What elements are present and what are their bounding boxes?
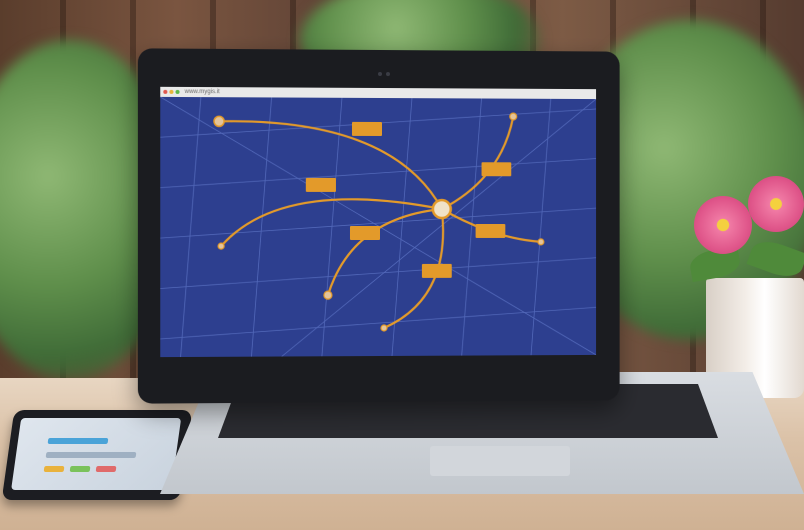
close-window-icon[interactable] (163, 90, 167, 94)
webcam-icon (386, 72, 390, 76)
webcam-icon (378, 72, 382, 76)
laptop-trackpad (430, 446, 570, 476)
map-node[interactable] (538, 239, 544, 245)
route-label-box[interactable] (350, 226, 380, 240)
photo-scene: www.mygis.it (0, 0, 804, 530)
route-label-box[interactable] (482, 162, 512, 176)
tablet-ui-bar (96, 466, 117, 472)
laptop-icon: www.mygis.it (138, 48, 620, 403)
route-label-box[interactable] (422, 264, 452, 278)
route-label-box[interactable] (476, 224, 506, 238)
tablet-screen (11, 418, 181, 490)
map-node[interactable] (510, 113, 517, 120)
map-node[interactable] (324, 291, 332, 299)
address-bar[interactable]: www.mygis.it (185, 88, 220, 96)
flower-icon (694, 196, 752, 254)
map-node[interactable] (214, 116, 224, 126)
laptop-screen: www.mygis.it (160, 87, 596, 357)
tablet-ui-bar (44, 466, 65, 472)
route-label-box[interactable] (352, 122, 382, 136)
tablet-ui-bar (46, 452, 137, 458)
flower-icon (748, 176, 804, 232)
tablet-ui-bar (48, 438, 109, 444)
maximize-window-icon[interactable] (175, 90, 179, 94)
map-node[interactable] (381, 325, 387, 331)
route-label-box[interactable] (306, 178, 336, 192)
map-node[interactable] (218, 243, 224, 249)
tablet-ui-bar (70, 466, 91, 472)
map-node-hub[interactable] (433, 200, 451, 218)
blueprint-map[interactable] (160, 97, 596, 357)
minimize-window-icon[interactable] (169, 90, 173, 94)
